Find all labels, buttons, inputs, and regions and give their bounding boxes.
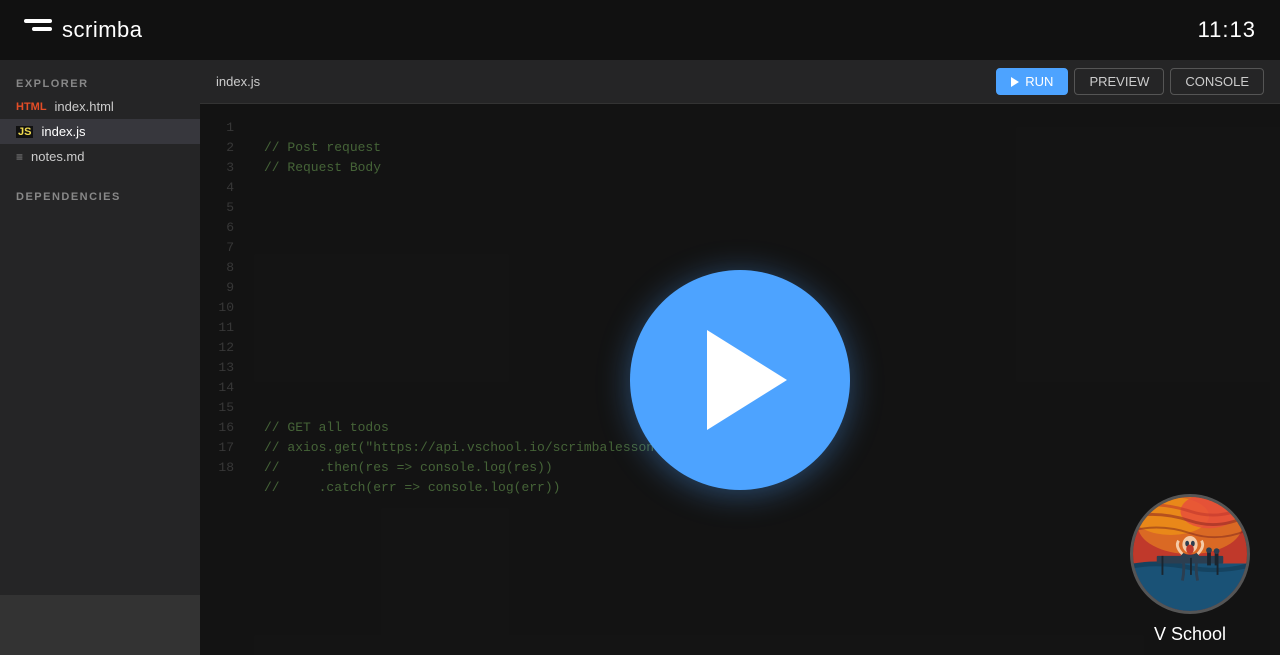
file-name-js: index.js xyxy=(41,124,85,139)
toolbar-buttons: RUN PREVIEW CONSOLE xyxy=(996,68,1264,95)
play-overlay xyxy=(200,104,1280,655)
html-icon: HTML xyxy=(16,101,47,113)
scrimba-logo-icon xyxy=(24,19,52,41)
sidebar-item-index-js[interactable]: JS index.js xyxy=(0,119,200,144)
sidebar-item-index-html[interactable]: HTML index.html xyxy=(0,94,200,119)
vschool-avatar-image xyxy=(1133,494,1247,614)
clock: 11:13 xyxy=(1198,17,1256,43)
editor-area: index.js RUN PREVIEW CONSOLE 12345 67891… xyxy=(200,60,1280,655)
vschool-name: V School xyxy=(1154,624,1226,645)
active-file-tab: index.js xyxy=(216,74,260,89)
play-triangle-icon xyxy=(707,330,787,430)
vschool-avatar xyxy=(1130,494,1250,614)
play-button[interactable] xyxy=(630,270,850,490)
sidebar-item-notes-md[interactable]: ≡ notes.md xyxy=(0,144,200,169)
file-name-html: index.html xyxy=(55,99,114,114)
logo-area: scrimba xyxy=(24,17,143,43)
topbar: scrimba 11:13 xyxy=(0,0,1280,60)
explorer-title: EXPLORER xyxy=(0,72,200,94)
editor-toolbar: index.js RUN PREVIEW CONSOLE xyxy=(200,60,1280,104)
console-button[interactable]: CONSOLE xyxy=(1170,68,1264,95)
run-label: RUN xyxy=(1025,74,1053,89)
sidebar-bottom-strip xyxy=(0,595,200,655)
md-icon: ≡ xyxy=(16,150,23,164)
main-layout: EXPLORER HTML index.html JS index.js ≡ n… xyxy=(0,60,1280,655)
file-name-md: notes.md xyxy=(31,149,84,164)
vschool-card: V School xyxy=(1130,494,1250,645)
dependencies-title: DEPENDENCIES xyxy=(0,185,200,207)
js-icon: JS xyxy=(16,126,33,138)
code-editor: 12345 678910 1112131415 161718 // Post r… xyxy=(200,104,1280,655)
run-button[interactable]: RUN xyxy=(996,68,1068,95)
preview-button[interactable]: PREVIEW xyxy=(1074,68,1164,95)
run-triangle-icon xyxy=(1011,77,1019,87)
logo-text: scrimba xyxy=(62,17,143,43)
sidebar: EXPLORER HTML index.html JS index.js ≡ n… xyxy=(0,60,200,655)
